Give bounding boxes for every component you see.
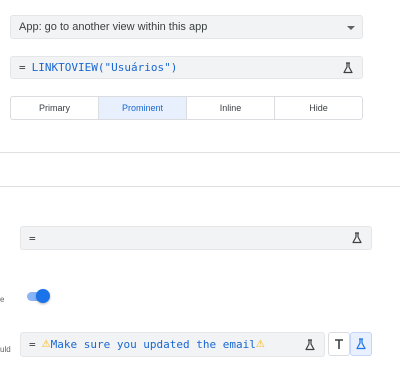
condition-expression-field[interactable]: = <box>20 226 372 250</box>
message-expression-code: Make sure you updated the email <box>50 338 256 351</box>
section-divider <box>0 186 400 187</box>
flask-icon[interactable] <box>342 62 354 74</box>
message-expression-field[interactable]: = ⚠ Make sure you updated the email ⚠ <box>20 332 325 357</box>
equals-sign: = <box>29 231 36 245</box>
section-divider <box>0 152 400 153</box>
action-dropdown[interactable]: App: go to another view within this app <box>10 15 363 39</box>
option-prominent[interactable]: Prominent <box>99 97 187 119</box>
text-icon <box>335 339 343 349</box>
flask-icon[interactable] <box>351 232 363 244</box>
target-expression-code: LINKTOVIEW("Usuários") <box>31 61 178 74</box>
text-mode-button[interactable] <box>328 332 350 356</box>
chevron-down-icon[interactable] <box>347 26 355 30</box>
warning-icon: ⚠ <box>255 339 265 350</box>
option-hide[interactable]: Hide <box>275 97 362 119</box>
option-primary[interactable]: Primary <box>11 97 99 119</box>
prominence-segmented-control: Primary Prominent Inline Hide <box>10 96 363 120</box>
target-expression-field[interactable]: = LINKTOVIEW("Usuários") <box>10 56 363 79</box>
option-inline[interactable]: Inline <box>187 97 275 119</box>
warning-icon: ⚠ <box>41 339 51 350</box>
flask-icon[interactable] <box>304 339 316 351</box>
toggle-label: e <box>0 295 5 304</box>
equals-sign: = <box>29 338 36 351</box>
toggle-knob[interactable] <box>36 289 50 303</box>
flask-icon <box>356 338 366 350</box>
action-dropdown-value: App: go to another view within this app <box>19 21 208 33</box>
expression-mode-button[interactable] <box>350 332 372 356</box>
equals-sign: = <box>19 61 26 74</box>
message-label: uld <box>0 345 11 354</box>
